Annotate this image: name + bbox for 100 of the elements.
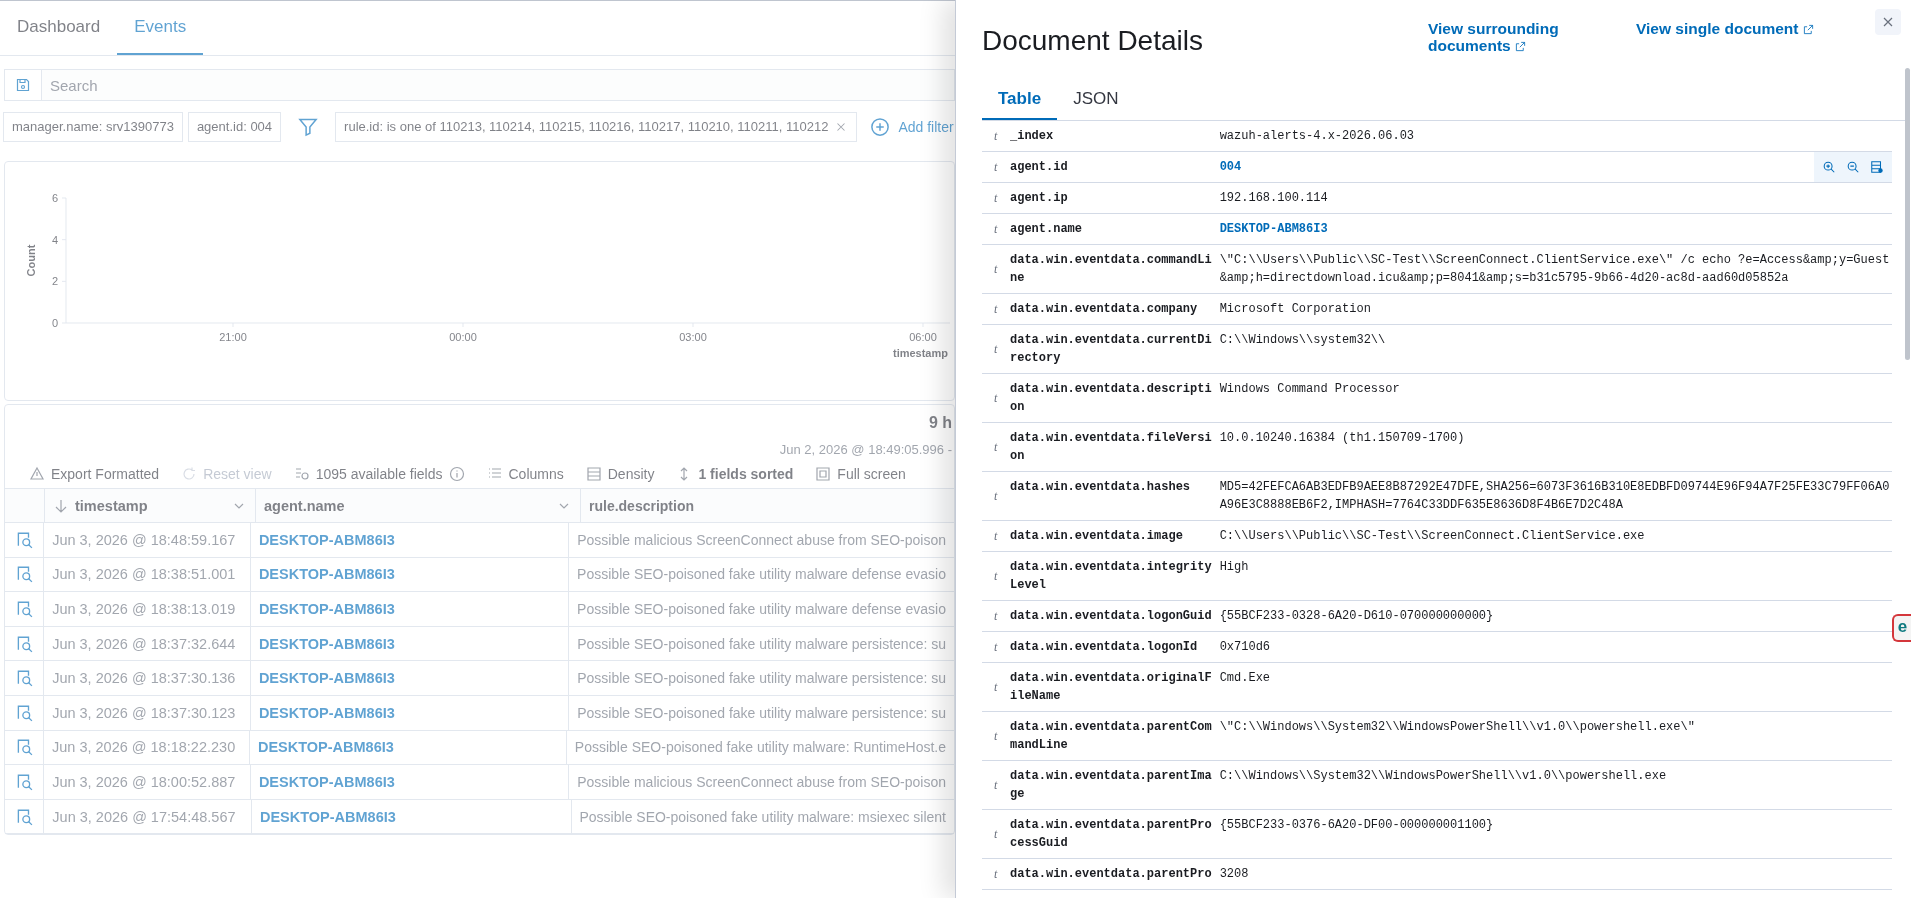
field-name: data.win.eventdata.parentPro [1010, 866, 1212, 883]
field-value: Microsoft Corporation [1219, 301, 1371, 318]
field-name: agent.name [1010, 221, 1083, 238]
inspect-button[interactable] [15, 669, 34, 688]
agent-link[interactable]: DESKTOP-ABM86I3 [258, 531, 395, 548]
field-name: data.win.eventdata.commandLine [1010, 252, 1212, 287]
field-type-label: t [994, 639, 999, 656]
table-cell: Jun 3, 2026 @ 18:37:30.136 [44, 661, 251, 695]
y-tick-label: 0 [51, 317, 58, 329]
field-value: 0x710d6 [1219, 639, 1271, 656]
field-name: data.win.eventdata.image [1010, 528, 1184, 545]
x-tick-label: 03:00 [679, 331, 707, 343]
field-type-label: t [994, 159, 999, 176]
table-cell-text: Possible SEO-poisoned fake utility malware persistence: su [576, 669, 947, 689]
field-name: data.win.eventdata.parentCommandLine [1010, 719, 1212, 754]
scrollbar-thumb[interactable] [1905, 68, 1910, 360]
export-icon [29, 466, 45, 482]
close-button[interactable] [1875, 9, 1901, 35]
document-search-icon [15, 703, 34, 722]
field-type-label: t [994, 439, 999, 456]
document-link[interactable]: View single document [1636, 20, 1814, 54]
inspect-button[interactable] [15, 703, 34, 722]
document-search-icon [15, 634, 34, 653]
field-name: data.win.eventdata.parentProcessGuid [1010, 817, 1212, 852]
field-type-label: t [994, 777, 999, 794]
document-link[interactable]: View surrounding documents [1428, 20, 1598, 54]
table-cell-text: Possible SEO-poisoned fake utility malware persistence: su [576, 634, 947, 654]
x-tick-label: 00:00 [449, 331, 477, 343]
info-icon [448, 466, 465, 482]
field-value: \"C:\\Windows\\System32\\WindowsPowerShell\\v1.0\\powershell.exe\" [1219, 719, 1695, 736]
agent-link[interactable]: DESKTOP-ABM86I3 [259, 808, 396, 825]
field-type-label: t [994, 128, 999, 145]
field-type-label: t [994, 221, 999, 238]
x-tick-label: 21:00 [219, 331, 247, 343]
inspect-button[interactable] [15, 565, 34, 584]
agent-link[interactable]: DESKTOP-ABM86I3 [258, 566, 395, 583]
toolbar-button[interactable]: Export Formatted [25, 464, 164, 484]
inspect-button[interactable] [15, 807, 34, 826]
inspect-button[interactable] [15, 738, 33, 757]
field-value: MD5=42FEFCA6AB3EDFB9AEE8B87292E47DFE,SHA256=6073F3616B310E8EDBFD09744E96F94A7F25FE33C79FF06A0A96E3C8888EB6F2,IMPHASH=7764C33DDF635E8636D8F4B6E7D2C48A [1219, 479, 1890, 514]
field-name: _index [1010, 128, 1055, 145]
toolbar-button[interactable]: 1 fields sorted [672, 464, 798, 484]
filter-label: rule.id: is one of 110213, 110214, 110215, 110216, 110217, 110210, 110211, 110212 [344, 118, 829, 136]
field-type-label: t [994, 301, 999, 318]
document-search-icon [15, 530, 34, 549]
filter-pill[interactable]: rule.id: is one of 110213, 110214, 110215, 110216, 110217, 110210, 110211, 110212 [335, 112, 858, 142]
agent-link[interactable]: DESKTOP-ABM86I3 [258, 635, 395, 652]
column-header[interactable]: timestamp [45, 489, 256, 522]
field-type-label: t [994, 866, 999, 883]
column-header[interactable]: agent.name [256, 489, 581, 522]
field-type-label: t [994, 261, 999, 278]
toolbar-button[interactable]: Density [581, 464, 659, 484]
flyout-tab[interactable]: Table [982, 80, 1058, 120]
field-value: 192.168.100.114 [1219, 190, 1328, 207]
zoom-in-icon [1822, 160, 1836, 174]
filter-pill[interactable]: manager.name: srv1390773 [3, 112, 183, 142]
column-header[interactable]: rule.description [581, 489, 954, 522]
inspect-button[interactable] [15, 530, 34, 549]
field-type-label: t [994, 608, 999, 625]
inspect-button[interactable] [15, 600, 34, 618]
agent-link[interactable]: DESKTOP-ABM86I3 [258, 601, 395, 617]
table-cell: Jun 3, 2026 @ 18:38:13.019 [44, 592, 251, 626]
field-name: data.win.eventdata.parentImage [1010, 768, 1212, 803]
add-filter-button[interactable]: Add filter [870, 117, 954, 137]
agent-link[interactable]: DESKTOP-ABM86I3 [258, 773, 395, 790]
inspect-button[interactable] [15, 772, 34, 791]
page-tab[interactable]: Dashboard [0, 1, 118, 55]
toolbar-button[interactable]: Full screen [811, 464, 910, 484]
document-search-icon [15, 565, 34, 584]
search-field[interactable]: Search [42, 69, 955, 101]
page-tab[interactable]: Events [117, 1, 204, 55]
agent-link[interactable]: DESKTOP-ABM86I3 [258, 670, 395, 687]
filter-pill[interactable]: agent.id: 004 [187, 112, 282, 142]
save-query-button[interactable] [4, 69, 42, 101]
table-cell: Jun 3, 2026 @ 18:00:52.887 [44, 765, 251, 799]
save-icon [15, 77, 31, 93]
toolbar-button[interactable]: Columns [482, 464, 568, 484]
flyout-title: Document Details [982, 24, 1204, 58]
extension-badge[interactable]: e [1892, 614, 1911, 642]
inspect-button[interactable] [15, 634, 34, 653]
document-search-icon [15, 600, 34, 618]
field-type-label: t [994, 679, 999, 696]
field-value-link[interactable]: 004 [1219, 158, 1242, 176]
agent-link[interactable]: DESKTOP-ABM86I3 [258, 704, 395, 721]
column-label: rule.description [589, 497, 696, 514]
toolbar-button[interactable]: 1095 available fields [289, 464, 469, 484]
flyout-tab[interactable]: JSON [1057, 80, 1135, 120]
table-cell-text: Possible malicious ScreenConnect abuse from SEO-poison [576, 772, 947, 792]
agent-link[interactable]: DESKTOP-ABM86I3 [257, 739, 394, 756]
field-value: High [1219, 559, 1249, 576]
arrow-down-icon [53, 497, 69, 514]
field-value: \"C:\\Users\\Public\\SC-Test\\ScreenConnect.ClientService.exe\" /c echo ?e=Access&amp;y=Guest&amp;h=directdownload.icu&amp;p=8041&amp;s=b31c5795-9b66-4d20-ac8d-aad60d05852a [1219, 252, 1890, 287]
field-value-link[interactable]: DESKTOP-ABM86I3 [1219, 220, 1328, 238]
column-label: agent.name [264, 497, 346, 514]
field-name: agent.ip [1010, 190, 1069, 207]
field-value: C:\\Users\\Public\\SC-Test\\ScreenConnect.ClientService.exe [1219, 528, 1645, 545]
field-name: data.win.eventdata.originalFileName [1010, 670, 1212, 705]
filter-icon [298, 117, 319, 137]
field-type-label: t [994, 488, 999, 505]
field-type-label: t [994, 826, 999, 843]
